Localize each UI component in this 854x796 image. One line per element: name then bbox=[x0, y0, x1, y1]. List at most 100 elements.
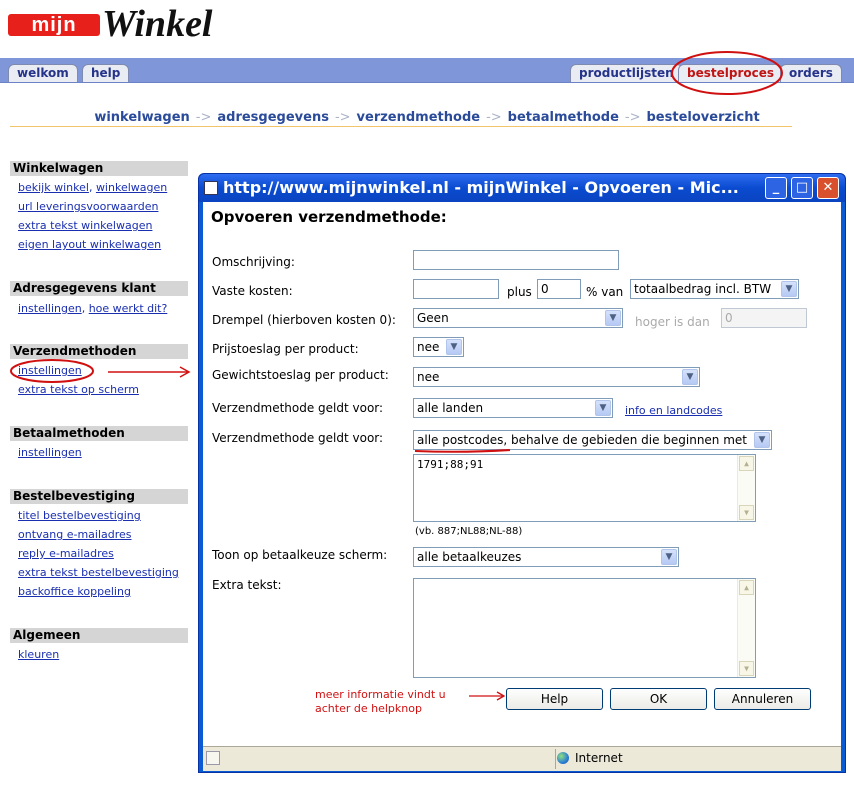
omschrijving-input[interactable] bbox=[413, 250, 619, 270]
gewichtstoeslag-label: Gewichtstoeslag per product: bbox=[212, 368, 389, 382]
basis-select[interactable]: totaalbedrag incl. BTW ▼ bbox=[630, 279, 799, 299]
globe-icon bbox=[557, 752, 569, 764]
postcodes-textarea-value: 1791;88;91 bbox=[417, 458, 484, 471]
sidebar-heading-bestel: Bestelbevestiging bbox=[10, 489, 188, 504]
percent-van-label: % van bbox=[586, 285, 624, 299]
plus-label: plus bbox=[507, 285, 532, 299]
ok-button[interactable]: OK bbox=[610, 688, 707, 710]
drempel-label: Drempel (hierboven kosten 0): bbox=[212, 313, 396, 327]
vaste-kosten-label: Vaste kosten: bbox=[212, 284, 293, 298]
window-titlebar[interactable]: http://www.mijnwinkel.nl - mijnWinkel - … bbox=[199, 174, 845, 202]
scroll-up-icon[interactable]: ▲ bbox=[739, 580, 754, 595]
postcodes-textarea[interactable]: 1791;88;91 ▲ ▼ bbox=[413, 454, 756, 522]
tab-welkom[interactable]: welkom bbox=[8, 64, 78, 82]
tab-help[interactable]: help bbox=[82, 64, 130, 82]
chevron-down-icon: ▼ bbox=[661, 549, 677, 565]
dialog-heading: Opvoeren verzendmethode: bbox=[211, 208, 447, 226]
annotation-text: meer informatie vindt u achter de helpkno… bbox=[315, 688, 446, 716]
highlight-circle-tab bbox=[671, 51, 783, 95]
tab-productlijsten[interactable]: productlijsten bbox=[570, 64, 683, 82]
sidebar-heading-adres: Adresgegevens klant bbox=[10, 281, 188, 296]
close-button[interactable]: ✕ bbox=[817, 177, 839, 199]
chevron-down-icon: ▼ bbox=[781, 281, 797, 297]
landen-select[interactable]: alle landen ▼ bbox=[413, 398, 613, 418]
sidebar-link-kleuren[interactable]: kleuren bbox=[18, 648, 59, 661]
dialog-body: Opvoeren verzendmethode: Omschrijving: V… bbox=[203, 202, 841, 746]
basis-select-value: totaalbedrag incl. BTW bbox=[634, 282, 772, 296]
prijstoeslag-select-value: nee bbox=[417, 340, 440, 354]
sidebar-link-extra-tekst-winkelwagen[interactable]: extra tekst winkelwagen bbox=[18, 219, 152, 232]
sidebar-link-backoffice[interactable]: backoffice koppeling bbox=[18, 585, 131, 598]
prijstoeslag-select[interactable]: nee ▼ bbox=[413, 337, 464, 357]
tab-orders[interactable]: orders bbox=[780, 64, 842, 82]
crumb-separator: -> bbox=[624, 110, 641, 125]
help-button[interactable]: Help bbox=[506, 688, 603, 710]
sidebar-heading-algemeen: Algemeen bbox=[10, 628, 188, 643]
annotation-arrow bbox=[469, 691, 506, 701]
status-bar: Internet bbox=[203, 746, 841, 771]
postcodes-select[interactable]: alle postcodes, behalve de gebieden die … bbox=[413, 430, 772, 450]
sidebar-link-url-leveringsvoorwaarden[interactable]: url leveringsvoorwaarden bbox=[18, 200, 158, 213]
hoger-input[interactable]: 0 bbox=[721, 308, 807, 328]
sidebar-link-adres-instellingen[interactable]: instellingen bbox=[18, 302, 82, 315]
crumb-separator: -> bbox=[334, 110, 351, 125]
vaste-kosten-input[interactable] bbox=[413, 279, 499, 299]
breadcrumb-divider bbox=[10, 126, 792, 127]
crumb-separator: -> bbox=[486, 110, 502, 125]
logo: mijn Winkel bbox=[4, 3, 304, 48]
crumb-besteloverzicht[interactable]: besteloverzicht bbox=[647, 110, 760, 125]
zone-label: Internet bbox=[575, 751, 623, 765]
scroll-up-icon[interactable]: ▲ bbox=[739, 456, 754, 471]
sidebar-heading-winkelwagen: Winkelwagen bbox=[10, 161, 188, 176]
chevron-down-icon: ▼ bbox=[605, 310, 621, 326]
crumb-betaalmethode[interactable]: betaalmethode bbox=[508, 110, 619, 125]
postcodes-select-value: alle postcodes, behalve de gebieden die … bbox=[417, 433, 748, 447]
chevron-down-icon: ▼ bbox=[682, 369, 698, 385]
extra-tekst-textarea[interactable]: ▲ ▼ bbox=[413, 578, 756, 678]
minimize-button[interactable]: _ bbox=[765, 177, 787, 199]
logo-badge: mijn bbox=[8, 14, 100, 36]
maximize-button[interactable]: □ bbox=[791, 177, 813, 199]
textarea-scrollbar[interactable]: ▲ ▼ bbox=[737, 455, 755, 521]
page-icon bbox=[206, 751, 220, 765]
sidebar-link-titel[interactable]: titel bestelbevestiging bbox=[18, 509, 141, 522]
gewichtstoeslag-select[interactable]: nee ▼ bbox=[413, 367, 700, 387]
annotation-line-2: achter de helpknop bbox=[315, 702, 422, 715]
chevron-down-icon: ▼ bbox=[446, 339, 462, 355]
sidebar-link-betaal-instellingen[interactable]: instellingen bbox=[18, 446, 82, 459]
sidebar-link-bekijk-winkel[interactable]: bekijk winkel bbox=[18, 181, 89, 194]
scroll-down-icon[interactable]: ▼ bbox=[739, 661, 754, 676]
landen-select-value: alle landen bbox=[417, 401, 484, 415]
crumb-winkelwagen[interactable]: winkelwagen bbox=[94, 110, 189, 125]
scroll-down-icon[interactable]: ▼ bbox=[739, 505, 754, 520]
drempel-select[interactable]: Geen ▼ bbox=[413, 308, 623, 328]
sidebar-link-hoe-werkt-dit[interactable]: hoe werkt dit? bbox=[89, 302, 168, 315]
breadcrumb: winkelwagen -> adresgegevens -> verzendmetho… bbox=[0, 110, 854, 125]
sidebar-link-extra-tekst-bestel[interactable]: extra tekst bestelbevestiging bbox=[18, 566, 179, 579]
extra-tekst-label: Extra tekst: bbox=[212, 578, 282, 592]
annotation-line-1: meer informatie vindt u bbox=[315, 688, 446, 701]
window-title: http://www.mijnwinkel.nl - mijnWinkel - … bbox=[223, 178, 739, 197]
sidebar-heading-betaal: Betaalmethoden bbox=[10, 426, 188, 441]
crumb-separator: -> bbox=[195, 110, 212, 125]
chevron-down-icon: ▼ bbox=[754, 432, 770, 448]
cancel-button[interactable]: Annuleren bbox=[714, 688, 811, 710]
sidebar-link-reply-email[interactable]: reply e-mailadres bbox=[18, 547, 114, 560]
info-landcodes-link[interactable]: info en landcodes bbox=[625, 404, 722, 417]
toon-label: Toon op betaalkeuze scherm: bbox=[212, 548, 388, 562]
sidebar-link-eigen-layout[interactable]: eigen layout winkelwagen bbox=[18, 238, 161, 251]
status-divider bbox=[555, 749, 556, 769]
logo-wordmark: Winkel bbox=[102, 3, 213, 45]
crumb-verzendmethode[interactable]: verzendmethode bbox=[357, 110, 481, 125]
geldt-postcodes-label: Verzendmethode geldt voor: bbox=[212, 431, 384, 445]
sidebar-link-ontvang-email[interactable]: ontvang e-mailadres bbox=[18, 528, 132, 541]
crumb-adresgegevens[interactable]: adresgegevens bbox=[217, 110, 329, 125]
sidebar-link-winkelwagen[interactable]: winkelwagen bbox=[96, 181, 167, 194]
percent-input[interactable]: 0 bbox=[537, 279, 581, 299]
chevron-down-icon: ▼ bbox=[595, 400, 611, 416]
toon-select[interactable]: alle betaalkeuzes ▼ bbox=[413, 547, 679, 567]
ie-page-icon bbox=[204, 181, 218, 195]
info-landcodes-link-text[interactable]: info en landcodes bbox=[625, 404, 722, 417]
omschrijving-label: Omschrijving: bbox=[212, 255, 295, 269]
textarea-scrollbar[interactable]: ▲ ▼ bbox=[737, 579, 755, 677]
